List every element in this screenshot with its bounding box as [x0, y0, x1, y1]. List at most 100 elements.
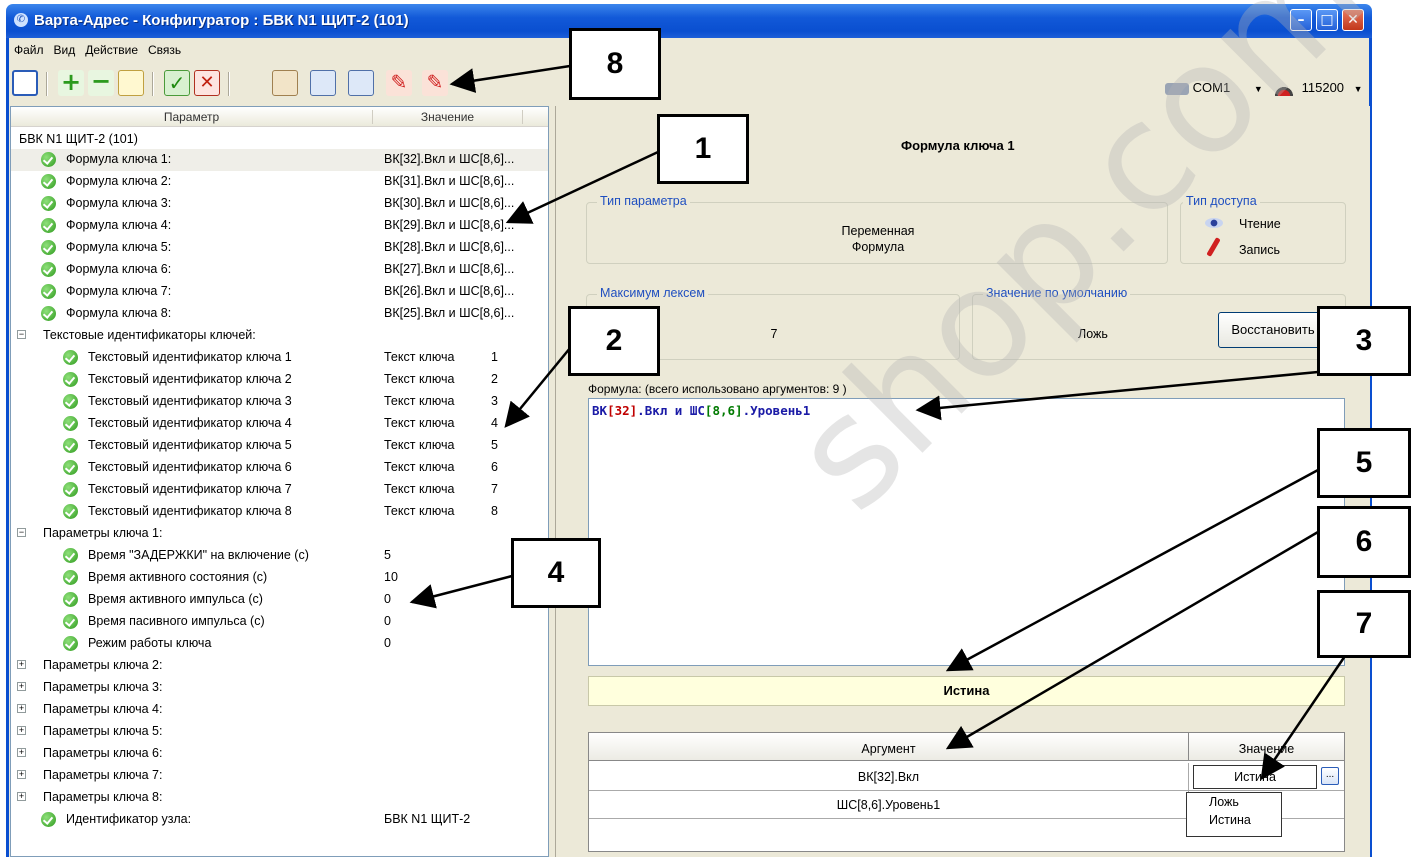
column-header-argument[interactable]: Аргумент	[589, 733, 1189, 761]
tree-root-label: БВК N1 ЩИТ-2 (101)	[19, 132, 138, 146]
tree-item-value: ВК[27].Вкл и ШС[8,6]...	[384, 262, 515, 276]
tree-item-formula-6[interactable]: Формула ключа 6: ВК[27].Вкл и ШС[8,6]...	[11, 259, 548, 281]
expand-icon[interactable]: +	[17, 682, 26, 691]
import-icon[interactable]	[272, 70, 298, 96]
tree-item-label: Время "ЗАДЕРЖКИ" на включение (с)	[88, 548, 309, 562]
tree-item-text-id-5[interactable]: Текстовый идентификатор ключа 5 Текст кл…	[11, 435, 548, 457]
column-header-param[interactable]: Параметр	[11, 110, 373, 124]
tree-item-label: Текстовый идентификатор ключа 6	[88, 460, 292, 474]
tree-item-text-id-2[interactable]: Текстовый идентификатор ключа 2 Текст кл…	[11, 369, 548, 391]
add-icon[interactable]: +	[58, 70, 84, 96]
tree-group-key6-params[interactable]: + Параметры ключа 6:	[11, 743, 548, 765]
access-write-label: Запись	[1239, 243, 1281, 257]
view-icon[interactable]	[310, 70, 336, 96]
close-button[interactable]: ✕	[1342, 9, 1364, 31]
column-header-value[interactable]: Значение	[1189, 733, 1344, 761]
tree-item-value: ВК[29].Вкл и ШС[8,6]...	[384, 218, 515, 232]
tree-item-key-mode[interactable]: Режим работы ключа 0	[11, 633, 548, 655]
maximize-button[interactable]: □	[1316, 9, 1338, 31]
tree-item-active-pulse-time[interactable]: Время активного импульса (с) 0	[11, 589, 548, 611]
formula-token: и	[667, 403, 690, 418]
minimize-button[interactable]: –	[1290, 9, 1312, 31]
menu-connection[interactable]: Связь	[144, 40, 187, 62]
remove-icon[interactable]: −	[88, 69, 114, 96]
baud-rate-select[interactable]: 115200 ▼	[1270, 80, 1363, 96]
tree-item-value: Текст ключа	[384, 350, 455, 364]
tree-item-text-id-6[interactable]: Текстовый идентификатор ключа 6 Текст кл…	[11, 457, 548, 479]
tree-item-formula-3[interactable]: Формула ключа 3: ВК[30].Вкл и ШС[8,6]...	[11, 193, 548, 215]
menu-view[interactable]: Вид	[50, 40, 82, 62]
tree-item-delay-time[interactable]: Время "ЗАДЕРЖКИ" на включение (с) 5	[11, 545, 548, 567]
tree-item-value: Текст ключа	[384, 504, 455, 518]
view-all-icon[interactable]	[348, 70, 374, 96]
ok-check-icon	[63, 570, 78, 585]
tree-group-key7-params[interactable]: + Параметры ключа 7:	[11, 765, 548, 787]
tree-group-text-ids[interactable]: − Текстовые идентификаторы ключей:	[11, 325, 548, 347]
ok-check-icon	[63, 416, 78, 431]
speedometer-icon	[1270, 81, 1298, 96]
write-all-icon[interactable]: ✎	[422, 70, 448, 96]
tree-group-key8-params[interactable]: + Параметры ключа 8:	[11, 787, 548, 809]
tree-item-text-id-1[interactable]: Текстовый идентификатор ключа 1 Текст кл…	[11, 347, 548, 369]
collapse-icon[interactable]: −	[17, 528, 26, 537]
tree-item-text-id-3[interactable]: Текстовый идентификатор ключа 3 Текст кл…	[11, 391, 548, 413]
expand-icon[interactable]: +	[17, 770, 26, 779]
tree-item-text-id-7[interactable]: Текстовый идентификатор ключа 7 Текст кл…	[11, 479, 548, 501]
baud-rate-value: 115200	[1301, 80, 1345, 95]
tree-item-label: Формула ключа 5:	[66, 240, 172, 254]
dropdown-option-false[interactable]: Ложь	[1187, 793, 1281, 811]
tree-item-formula-7[interactable]: Формула ключа 7: ВК[26].Вкл и ШС[8,6]...	[11, 281, 548, 303]
tree-item-formula-4[interactable]: Формула ключа 4: ВК[29].Вкл и ШС[8,6]...	[11, 215, 548, 237]
ellipsis-button[interactable]: ...	[1321, 767, 1339, 785]
tree-item-formula-8[interactable]: Формула ключа 8: ВК[25].Вкл и ШС[8,6]...	[11, 303, 548, 325]
restore-button[interactable]: Восстановить	[1218, 312, 1328, 348]
tree-group-key2-params[interactable]: + Параметры ключа 2:	[11, 655, 548, 677]
value-select[interactable]: Истина	[1193, 765, 1317, 789]
expand-icon[interactable]: +	[17, 660, 26, 669]
value-dropdown-list[interactable]: Ложь Истина	[1186, 792, 1282, 837]
tree-item-formula-5[interactable]: Формула ключа 5: ВК[28].Вкл и ШС[8,6]...	[11, 237, 548, 259]
tree-item-label: Формула ключа 3:	[66, 196, 172, 210]
expand-icon[interactable]: +	[17, 748, 26, 757]
expand-icon[interactable]: +	[17, 726, 26, 735]
pen-icon	[1206, 237, 1221, 257]
parameter-tree[interactable]: Параметр Значение БВК N1 ЩИТ-2 (101) Фор…	[10, 106, 549, 857]
tree-item-formula-1[interactable]: Формула ключа 1: ВК[32].Вкл и ШС[8,6]...	[11, 149, 548, 171]
column-header-value[interactable]: Значение	[373, 110, 523, 124]
cancel-icon[interactable]: ✕	[194, 70, 220, 96]
tree-item-number: 8	[491, 504, 498, 518]
ok-check-icon	[63, 460, 78, 475]
tree-item-text-id-8[interactable]: Текстовый идентификатор ключа 8 Текст кл…	[11, 501, 548, 523]
tree-root[interactable]: БВК N1 ЩИТ-2 (101)	[11, 129, 548, 151]
tree-group-key1-params[interactable]: − Параметры ключа 1:	[11, 523, 548, 545]
tree-group-key3-params[interactable]: + Параметры ключа 3:	[11, 677, 548, 699]
tree-item-text-id-4[interactable]: Текстовый идентификатор ключа 4 Текст кл…	[11, 413, 548, 435]
collapse-icon[interactable]: −	[17, 330, 26, 339]
ok-check-icon	[41, 152, 56, 167]
check-icon[interactable]: ✓	[164, 70, 190, 96]
tree-item-label: Текстовый идентификатор ключа 1	[88, 350, 292, 364]
list-icon[interactable]	[118, 70, 144, 96]
tree-item-active-state-time[interactable]: Время активного состояния (с) 10	[11, 567, 548, 589]
formula-text[interactable]: ВК[32].Вкл и ШС[8,6].Уровень1	[592, 403, 810, 418]
tree-group-key4-params[interactable]: + Параметры ключа 4:	[11, 699, 548, 721]
tree-item-passive-pulse-time[interactable]: Время пасивного импульса (с) 0	[11, 611, 548, 633]
formula-editor[interactable]: ВК[32].Вкл и ШС[8,6].Уровень1	[588, 398, 1345, 666]
tree-group-key5-params[interactable]: + Параметры ключа 5:	[11, 721, 548, 743]
table-row[interactable]: ВК[32].Вкл Истина ...	[589, 763, 1344, 791]
save-icon[interactable]	[12, 70, 38, 96]
tree-item-formula-2[interactable]: Формула ключа 2: ВК[31].Вкл и ШС[8,6]...	[11, 171, 548, 193]
formula-token: .Уровень1	[742, 403, 811, 418]
menu-file[interactable]: Файл	[10, 40, 50, 62]
tree-group-label: Текстовые идентификаторы ключей:	[43, 328, 256, 342]
tree-item-label: Формула ключа 2:	[66, 174, 172, 188]
expand-icon[interactable]: +	[17, 704, 26, 713]
dropdown-option-true[interactable]: Истина	[1187, 811, 1281, 829]
com-port-select[interactable]: COM1 ▼	[1165, 80, 1263, 95]
tree-item-node-id[interactable]: Идентификатор узла: БВК N1 ЩИТ-2	[11, 809, 548, 831]
write-icon[interactable]: ✎	[386, 70, 412, 96]
expand-icon[interactable]: +	[17, 792, 26, 801]
menu-action[interactable]: Действие	[81, 40, 144, 62]
tree-item-label: Формула ключа 6:	[66, 262, 172, 276]
tree-item-value: Текст ключа	[384, 460, 455, 474]
